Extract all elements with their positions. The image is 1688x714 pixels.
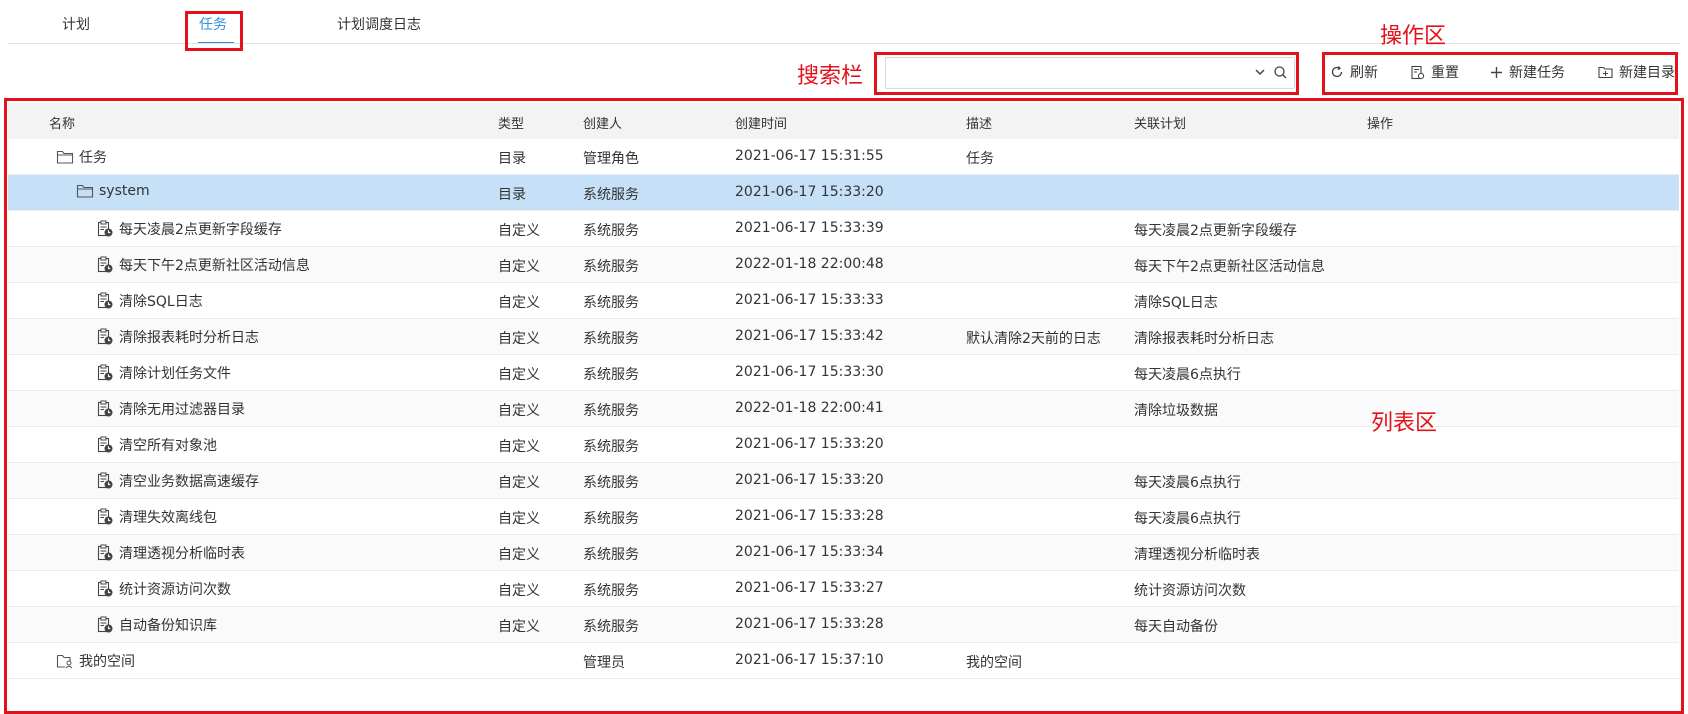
tab-schedule-log[interactable]: 计划调度日志 bbox=[337, 14, 421, 34]
annotation-box-search bbox=[874, 52, 1299, 95]
annotation-label-list: 列表区 bbox=[1371, 411, 1438, 436]
annotation-label-actions: 操作区 bbox=[1380, 24, 1447, 49]
tab-plan[interactable]: 计划 bbox=[62, 14, 90, 34]
annotation-box-actions bbox=[1322, 52, 1678, 95]
annotation-label-search: 搜索栏 bbox=[797, 64, 864, 89]
annotation-box-task-tab bbox=[185, 11, 243, 51]
